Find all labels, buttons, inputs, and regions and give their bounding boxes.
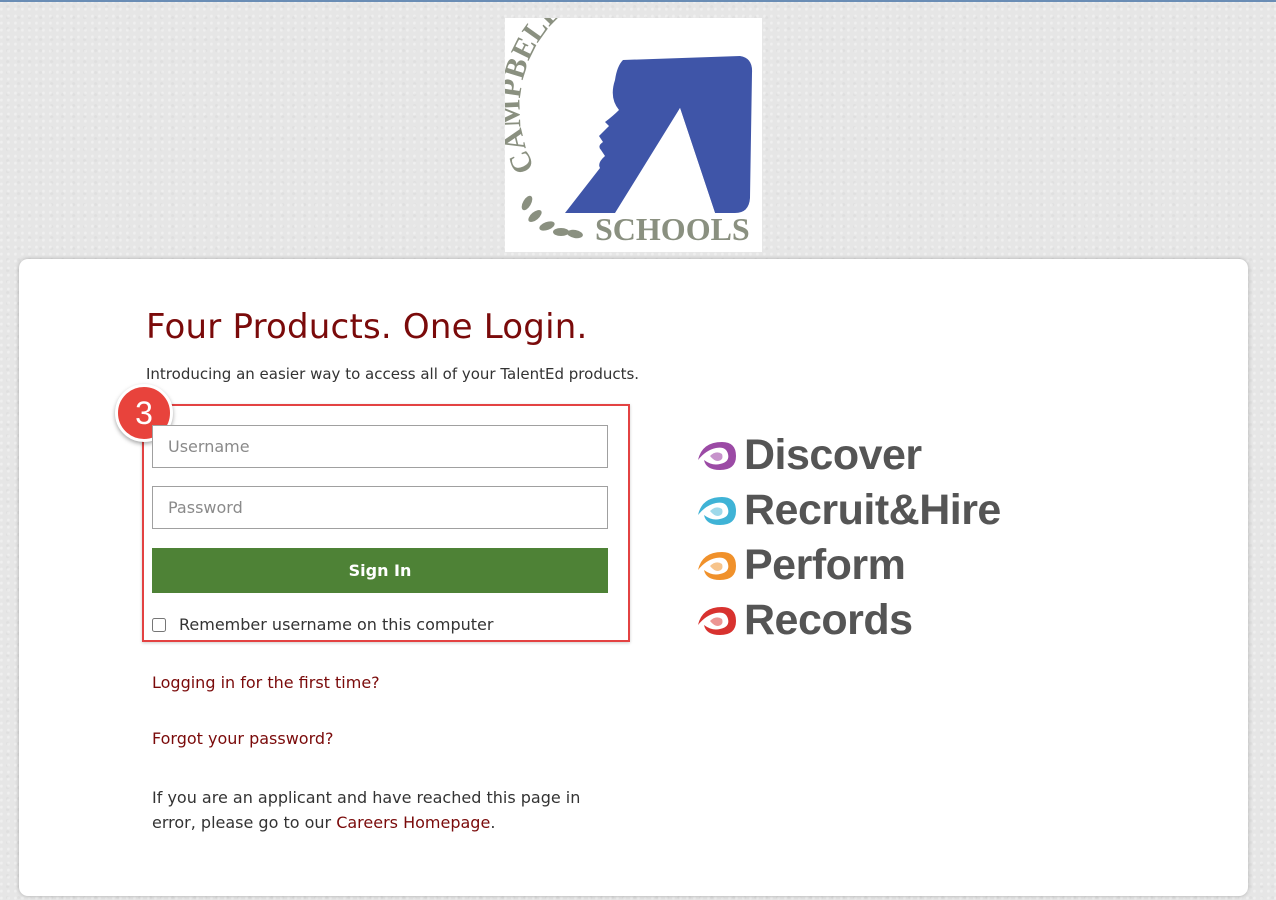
page-title: Four Products. One Login.	[146, 307, 588, 347]
product-name-recruit-hire: Recruit&Hire	[744, 486, 1001, 534]
password-input[interactable]	[152, 486, 608, 529]
product-name-discover: Discover	[744, 431, 922, 479]
product-perform: Perform	[694, 541, 906, 590]
careers-homepage-link[interactable]: Careers Homepage	[336, 813, 490, 832]
applicant-notice-suffix: .	[490, 813, 496, 832]
product-recruit-hire: Recruit&Hire	[694, 486, 1001, 535]
records-swirl-icon	[698, 606, 736, 635]
login-card: Four Products. One Login. Introducing an…	[19, 259, 1248, 896]
product-name-records: Records	[744, 596, 913, 644]
product-records: Records	[694, 596, 913, 645]
logo-graphic: CAMPBELL COUNTY SCHOOLS	[505, 18, 753, 247]
page-subtitle: Introducing an easier way to access all …	[146, 365, 640, 383]
laurel-icon	[521, 195, 583, 239]
product-discover: Discover	[694, 431, 922, 480]
remember-username-row[interactable]: Remember username on this computer	[152, 615, 493, 634]
applicant-notice: If you are an applicant and have reached…	[152, 785, 592, 835]
username-input[interactable]	[152, 425, 608, 468]
logo-bottom-text: SCHOOLS	[595, 211, 750, 247]
campbell-county-schools-logo: CAMPBELL COUNTY SCHOOLS	[505, 18, 762, 252]
discover-swirl-icon	[698, 441, 736, 470]
forgot-password-link[interactable]: Forgot your password?	[152, 729, 334, 748]
remember-username-label: Remember username on this computer	[179, 615, 494, 634]
sign-in-button[interactable]: Sign In	[152, 548, 608, 593]
recruit-hire-swirl-icon	[698, 496, 736, 525]
remember-username-checkbox[interactable]	[152, 617, 166, 632]
perform-swirl-icon	[698, 551, 736, 580]
first-time-login-link[interactable]: Logging in for the first time?	[152, 673, 380, 692]
product-name-perform: Perform	[744, 541, 906, 589]
